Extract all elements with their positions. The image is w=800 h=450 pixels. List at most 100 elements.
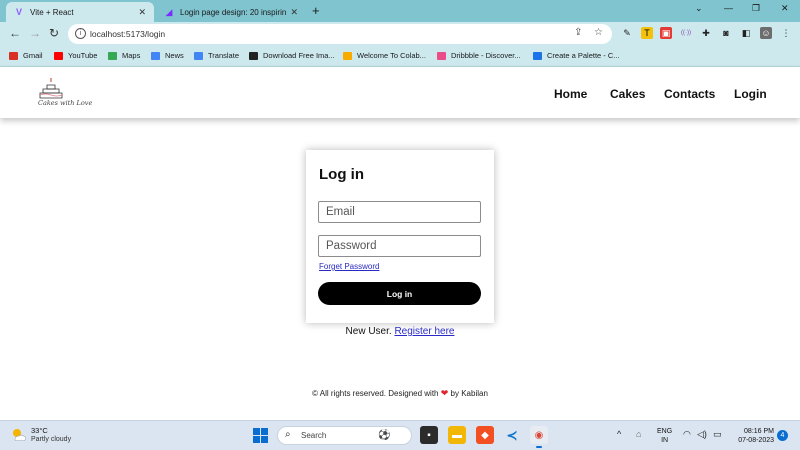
nav-contacts[interactable]: Contacts bbox=[664, 87, 715, 101]
tab-vite-react[interactable]: V Vite + React ✕ bbox=[6, 2, 154, 22]
bookmark-label: Maps bbox=[122, 51, 141, 60]
bookmark-item[interactable]: Gmail bbox=[9, 51, 43, 60]
text-ext-icon[interactable]: T bbox=[641, 27, 653, 39]
language-indicator[interactable]: ENG IN bbox=[657, 427, 672, 445]
forward-button[interactable]: → bbox=[29, 26, 41, 40]
login-title: Log in bbox=[319, 166, 364, 183]
bookmark-label: Gmail bbox=[23, 51, 43, 60]
address-bar[interactable]: i localhost:5173/login ⇪ ☆ bbox=[68, 24, 612, 44]
password-input[interactable] bbox=[318, 235, 481, 257]
bookmark-item[interactable]: Translate bbox=[194, 51, 239, 60]
site-info-icon[interactable]: i bbox=[75, 28, 86, 39]
wave-ext-icon[interactable]: ((·)) bbox=[680, 27, 692, 39]
bookmark-star-icon[interactable]: ☆ bbox=[594, 27, 603, 38]
bookmark-item[interactable]: News bbox=[151, 51, 184, 60]
tab-title: Login page design: 20 inspiring e bbox=[180, 7, 287, 17]
taskbar-search[interactable]: ⌕ Search ⚽ bbox=[277, 426, 412, 445]
email-input[interactable] bbox=[318, 201, 481, 223]
wifi-icon[interactable]: ◠ bbox=[683, 429, 691, 440]
bookmark-item[interactable]: Create a Palette - C... bbox=[533, 51, 620, 60]
volume-icon[interactable]: ◁) bbox=[697, 429, 707, 440]
ime-icon[interactable]: ⌂ bbox=[636, 429, 641, 439]
bookmark-favicon-icon bbox=[194, 51, 203, 60]
signup-prompt: New User. Register here bbox=[0, 326, 800, 337]
bookmarks-bar: Gmail YouTube Maps News Translate Download Fr… bbox=[0, 46, 800, 67]
bookmark-item[interactable]: Download Free Ima... bbox=[249, 51, 335, 60]
battery-icon[interactable]: ▭ bbox=[713, 429, 722, 440]
language-region: IN bbox=[661, 437, 669, 444]
logo-text: Cakes with Love bbox=[38, 99, 93, 107]
more-menu-icon[interactable]: ⋮ bbox=[780, 27, 792, 39]
search-highlight-icon: ⚽ bbox=[378, 430, 391, 441]
bookmark-label: Create a Palette - C... bbox=[547, 51, 620, 60]
partly-cloudy-icon[interactable] bbox=[11, 427, 27, 443]
language-code: ENG bbox=[657, 428, 673, 435]
bookmark-favicon-icon bbox=[108, 51, 117, 60]
heart-icon: ❤ bbox=[440, 388, 449, 398]
windows-start-icon[interactable] bbox=[253, 428, 268, 443]
login-card: Log in Forget Password Log in bbox=[306, 150, 494, 323]
bookmark-label: Translate bbox=[208, 51, 239, 60]
vite-icon: V bbox=[15, 7, 22, 17]
system-clock[interactable]: 08:16 PM 07-08-2023 bbox=[732, 427, 774, 445]
file-explorer-icon[interactable]: ▬ bbox=[448, 426, 466, 444]
bookmark-label: Dribbble - Discover... bbox=[451, 51, 521, 60]
bookmark-item[interactable]: Maps bbox=[108, 51, 140, 60]
article-site-icon: ◢ bbox=[165, 6, 173, 17]
site-logo[interactable]: Cakes with Love bbox=[36, 77, 92, 113]
notification-badge[interactable]: 4 bbox=[777, 430, 788, 441]
login-button[interactable]: Log in bbox=[318, 282, 481, 305]
save-icon[interactable]: ◙ bbox=[720, 27, 732, 39]
sidepanel-icon[interactable]: ◧ bbox=[740, 27, 752, 39]
new-tab-button[interactable]: + bbox=[312, 3, 320, 18]
back-button[interactable]: ← bbox=[9, 26, 21, 40]
tab-login-design[interactable]: ◢ Login page design: 20 inspiring e ✕ bbox=[156, 2, 306, 22]
bookmark-item[interactable]: Dribbble - Discover... bbox=[437, 51, 521, 60]
footer-text: © All rights reserved. Designed with bbox=[312, 389, 439, 398]
clock-date: 07-08-2023 bbox=[738, 437, 774, 444]
url-text: localhost:5173/login bbox=[90, 29, 166, 39]
bookmark-favicon-icon bbox=[249, 51, 258, 60]
footer-author: by Kabilan bbox=[450, 389, 488, 398]
weather-condition: Partly cloudy bbox=[31, 436, 72, 443]
bookmark-item[interactable]: YouTube bbox=[54, 51, 97, 60]
weather-temperature: 33°C bbox=[31, 426, 48, 435]
nav-cakes[interactable]: Cakes bbox=[610, 87, 645, 101]
nav-login[interactable]: Login bbox=[734, 87, 767, 101]
bookmark-favicon-icon bbox=[9, 51, 18, 60]
bookmark-favicon-icon bbox=[343, 51, 352, 60]
register-link[interactable]: Register here bbox=[394, 326, 454, 337]
puzzle-icon[interactable]: ✚ bbox=[700, 27, 712, 39]
bookmark-label: Download Free Ima... bbox=[263, 51, 335, 60]
tab-strip: V Vite + React ✕ ◢ Login page design: 20… bbox=[0, 0, 800, 22]
bookmark-favicon-icon bbox=[437, 51, 446, 60]
tab-search-icon[interactable]: ⌄ bbox=[695, 3, 703, 14]
share-icon[interactable]: ⇪ bbox=[574, 27, 582, 38]
screenshot-ext-icon[interactable]: ▣ bbox=[660, 27, 672, 39]
windows-taskbar: 33°C Partly cloudy ⌕ Search ⚽ ▪ ▬ ◆ ≺ ◉ … bbox=[0, 420, 800, 450]
bookmark-favicon-icon bbox=[533, 51, 542, 60]
close-icon[interactable]: ✕ bbox=[138, 7, 146, 18]
nav-home[interactable]: Home bbox=[554, 87, 587, 101]
chrome-icon[interactable]: ◉ bbox=[530, 426, 548, 448]
cake-icon bbox=[39, 78, 63, 99]
bookmark-label: News bbox=[165, 51, 184, 60]
bookmark-label: YouTube bbox=[68, 51, 98, 60]
profile-avatar-icon[interactable]: ☺ bbox=[760, 27, 772, 39]
minimize-button[interactable]: — bbox=[724, 3, 733, 13]
tab-title: Vite + React bbox=[30, 7, 74, 17]
show-hidden-icons-icon[interactable]: ^ bbox=[617, 429, 621, 439]
bookmark-item[interactable]: Welcome To Colab... bbox=[343, 51, 426, 60]
eyedropper-icon[interactable]: ✎ bbox=[621, 27, 633, 39]
vscode-icon[interactable]: ≺ bbox=[503, 426, 521, 444]
close-window-button[interactable]: ✕ bbox=[781, 3, 789, 14]
bookmark-label: Welcome To Colab... bbox=[357, 51, 426, 60]
forgot-password-link[interactable]: Forget Password bbox=[319, 262, 379, 271]
task-view-icon[interactable]: ▪ bbox=[420, 426, 438, 444]
reload-button[interactable]: ↻ bbox=[49, 26, 59, 40]
restore-button[interactable]: ❐ bbox=[752, 3, 760, 14]
brave-browser-icon[interactable]: ◆ bbox=[476, 426, 494, 444]
site-footer: © All rights reserved. Designed with ❤ b… bbox=[0, 388, 800, 399]
close-icon[interactable]: ✕ bbox=[290, 7, 298, 18]
taskbar-search-label: Search bbox=[301, 431, 327, 440]
